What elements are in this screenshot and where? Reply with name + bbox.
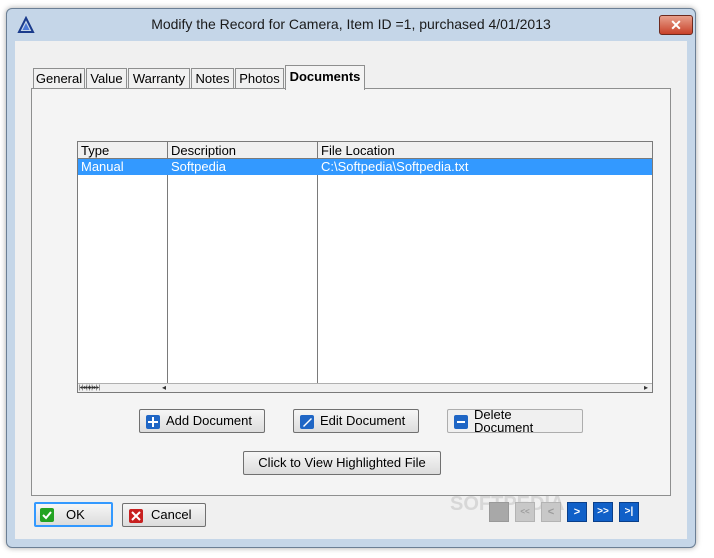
record-stop-button: [489, 502, 509, 522]
ok-label: OK: [66, 507, 85, 522]
add-document-label: Add Document: [166, 413, 252, 428]
horizontal-scrollbar[interactable]: |◂|◂◂|◂|▸|▸▸|▸| ◂ ▸: [78, 383, 652, 392]
edit-document-label: Edit Document: [320, 413, 406, 428]
cell-type: Manual: [81, 159, 124, 174]
tab-general[interactable]: General: [33, 68, 85, 89]
cell-description: Softpedia: [171, 159, 226, 174]
triangle-logo-icon: [17, 16, 35, 33]
delete-document-label: Delete Document: [474, 409, 534, 433]
tab-documents[interactable]: Documents: [285, 65, 365, 90]
scroll-left-arrow-icon[interactable]: ◂: [162, 384, 166, 392]
tab-notes[interactable]: Notes: [191, 68, 234, 89]
tab-photos[interactable]: Photos: [235, 68, 284, 89]
column-divider: [317, 159, 318, 383]
delete-minus-icon: [454, 415, 468, 429]
dialog-client-area: General Value Warranty Notes Photos Docu…: [15, 41, 687, 539]
record-next-button[interactable]: >: [567, 502, 587, 522]
tab-value[interactable]: Value: [86, 68, 127, 89]
table-row-selected[interactable]: Manual Softpedia C:\Softpedia\Softpedia.…: [78, 159, 652, 175]
cancel-button[interactable]: Cancel: [122, 503, 206, 527]
dialog-window: Modify the Record for Camera, Item ID =1…: [6, 8, 696, 548]
checkmark-icon: [40, 508, 54, 522]
cell-file-location: C:\Softpedia\Softpedia.txt: [321, 159, 469, 174]
column-divider: [167, 159, 168, 383]
close-button[interactable]: ✕: [659, 15, 693, 35]
column-header-type[interactable]: Type: [78, 142, 168, 159]
scroll-right-arrow-icon[interactable]: ▸: [644, 384, 648, 392]
documents-panel: Type Description File Location Manual So…: [31, 88, 671, 515]
record-next-page-button[interactable]: >>: [593, 502, 613, 522]
cancel-x-icon: [129, 509, 143, 523]
delete-document-button[interactable]: Delete Document: [447, 409, 583, 433]
plus-icon: [146, 415, 160, 429]
add-document-button[interactable]: Add Document: [139, 409, 265, 433]
edit-document-button[interactable]: Edit Document: [293, 409, 419, 433]
view-highlighted-file-button[interactable]: Click to View Highlighted File: [243, 451, 441, 475]
grid-record-navigator[interactable]: |◂|◂◂|◂|▸|▸▸|▸|: [79, 385, 100, 392]
window-title: Modify the Record for Camera, Item ID =1…: [151, 16, 551, 32]
ok-button[interactable]: OK: [34, 502, 113, 527]
documents-grid[interactable]: Type Description File Location Manual So…: [77, 141, 653, 393]
cancel-label: Cancel: [151, 507, 192, 522]
record-first-button[interactable]: <<: [515, 502, 535, 522]
tab-warranty[interactable]: Warranty: [128, 68, 190, 89]
record-last-button[interactable]: >|: [619, 502, 639, 522]
title-bar[interactable]: Modify the Record for Camera, Item ID =1…: [7, 9, 695, 41]
record-previous-button[interactable]: <: [541, 502, 561, 522]
column-header-file-location[interactable]: File Location: [318, 142, 652, 159]
column-header-description[interactable]: Description: [168, 142, 318, 159]
edit-pencil-icon: [300, 415, 314, 429]
view-file-label: Click to View Highlighted File: [258, 455, 426, 470]
